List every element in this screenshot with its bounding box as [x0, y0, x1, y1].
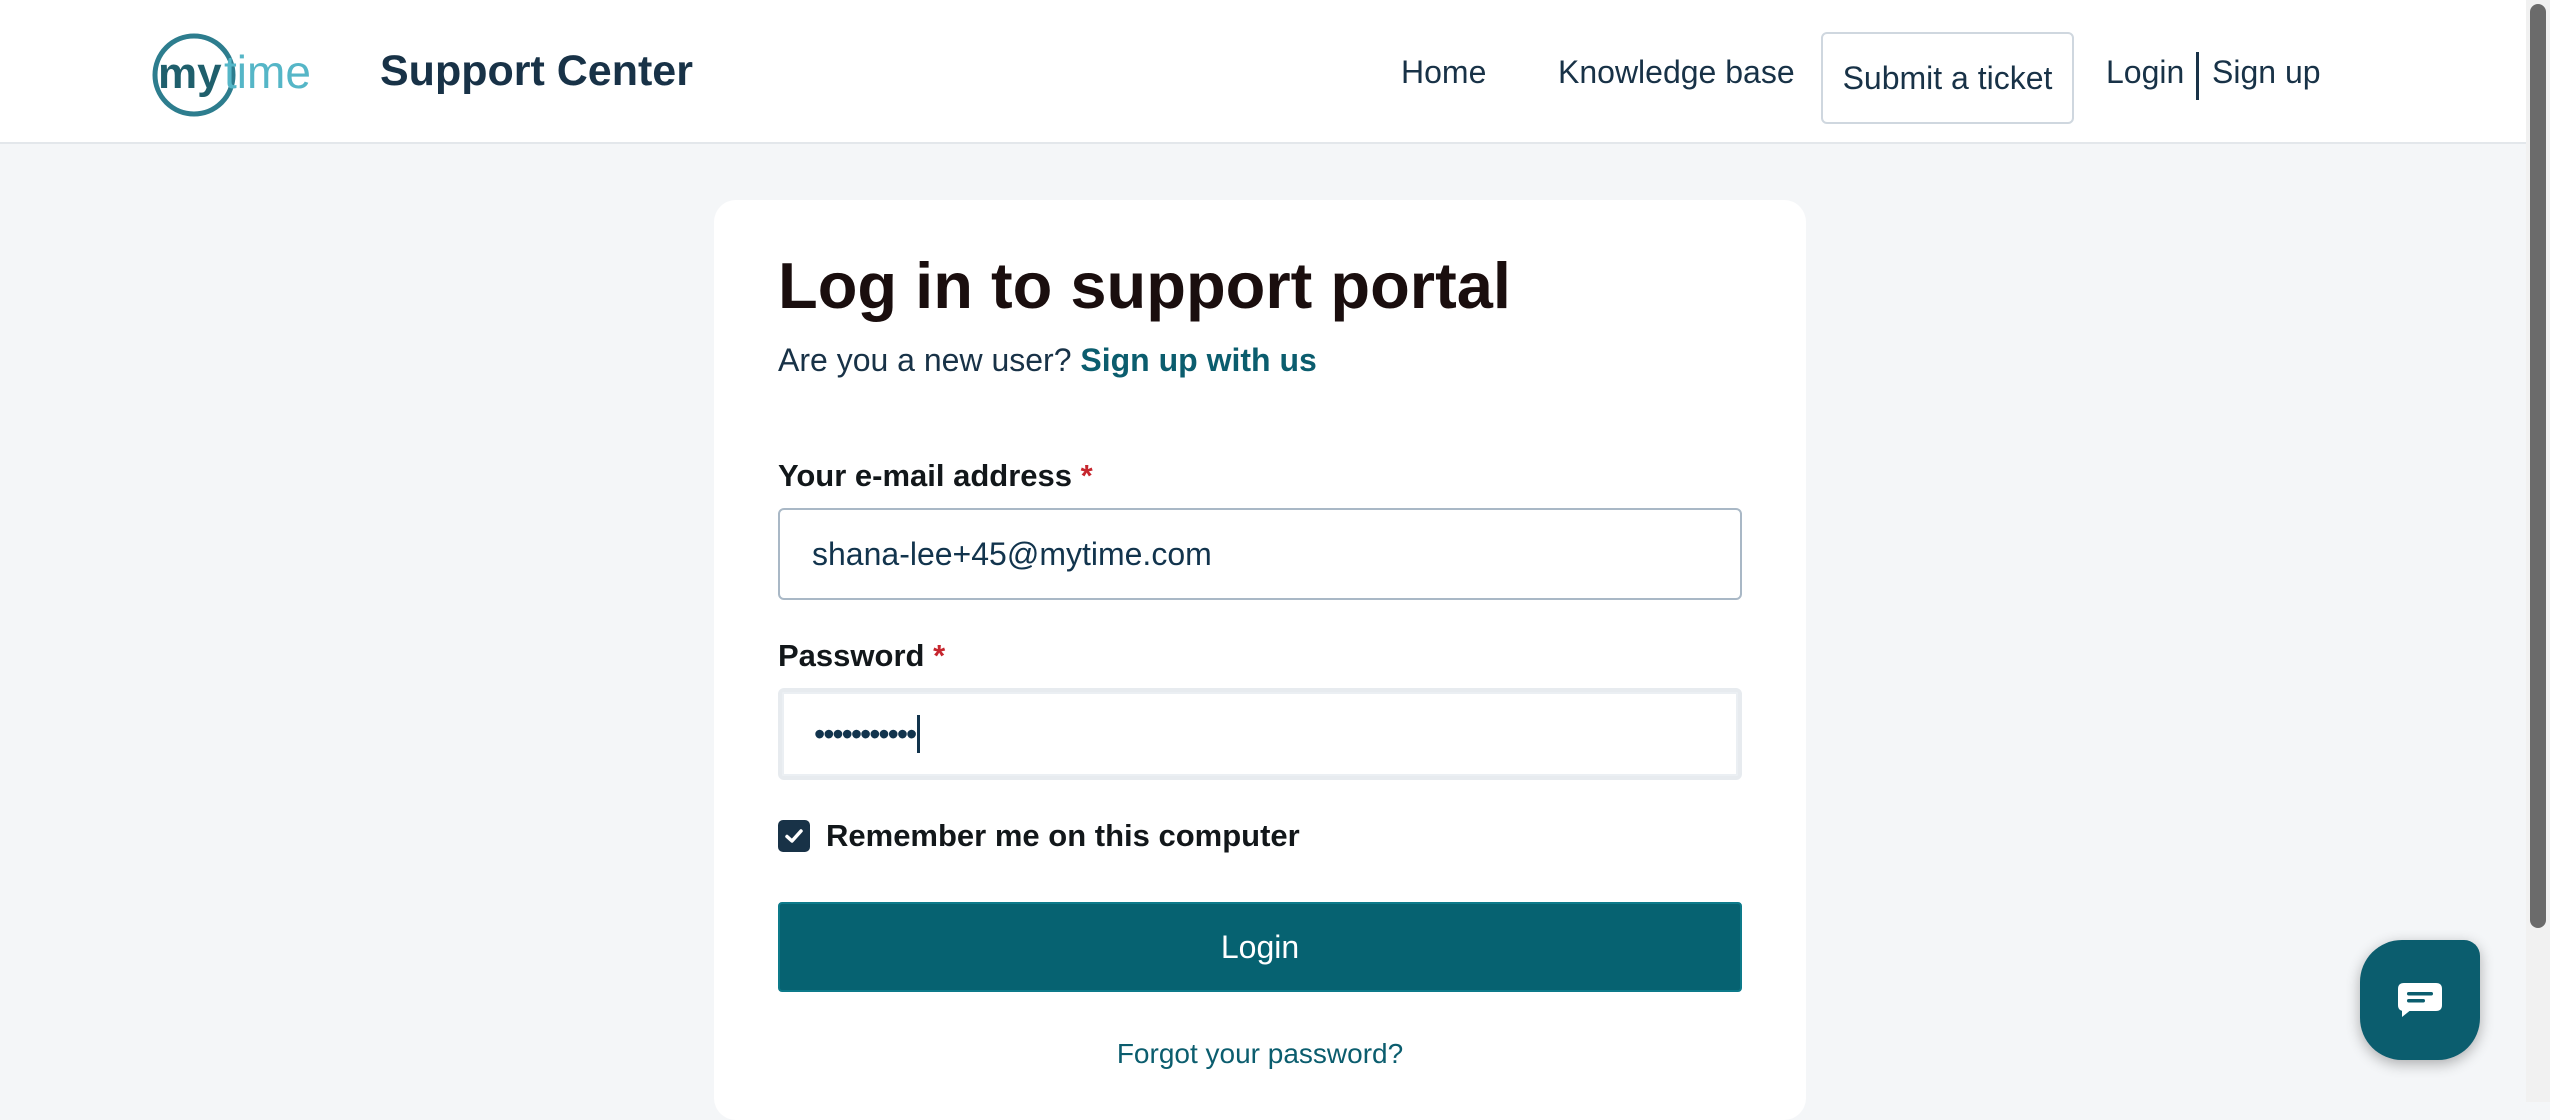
- remember-me-checkbox[interactable]: [778, 820, 810, 852]
- required-marker: *: [933, 638, 946, 673]
- nav-divider: [2196, 52, 2199, 100]
- chat-bubble-icon: [2398, 983, 2442, 1017]
- site-header: my time Support Center Home Knowledge ba…: [0, 0, 2526, 144]
- password-label: Password *: [778, 638, 945, 674]
- new-user-text: Are you a new user?: [778, 342, 1072, 378]
- email-value: shana-lee+45@mytime.com: [812, 535, 1212, 572]
- forgot-password-link[interactable]: Forgot your password?: [778, 1038, 1742, 1070]
- remember-me-label[interactable]: Remember me on this computer: [826, 818, 1300, 854]
- scrollbar-thumb[interactable]: [2530, 4, 2546, 928]
- password-label-text: Password: [778, 638, 925, 673]
- nav-knowledge-base-link[interactable]: Knowledge base: [1558, 54, 1795, 91]
- submit-ticket-button[interactable]: Submit a ticket: [1821, 32, 2074, 124]
- check-icon: [785, 829, 803, 843]
- svg-text:my: my: [158, 49, 222, 98]
- email-label-text: Your e-mail address: [778, 458, 1073, 493]
- email-label: Your e-mail address *: [778, 458, 1093, 494]
- nav-login-link[interactable]: Login: [2106, 54, 2184, 91]
- email-field[interactable]: shana-lee+45@mytime.com: [778, 508, 1742, 600]
- page-title: Log in to support portal: [778, 249, 1511, 322]
- new-user-prompt: Are you a new user? Sign up with us: [778, 342, 1317, 379]
- nav-signup-link[interactable]: Sign up: [2212, 54, 2321, 91]
- password-field[interactable]: •••••••••••: [778, 688, 1742, 780]
- text-caret: [917, 715, 921, 753]
- login-card: Log in to support portal Are you a new u…: [714, 200, 1806, 1120]
- svg-text:time: time: [224, 46, 311, 98]
- password-value: •••••••••••: [814, 715, 917, 752]
- mytime-logo[interactable]: my time: [152, 30, 360, 120]
- nav-home-link[interactable]: Home: [1401, 54, 1486, 91]
- signup-with-us-link[interactable]: Sign up with us: [1080, 342, 1316, 378]
- chat-widget-button[interactable]: [2360, 940, 2480, 1060]
- brand-title: Support Center: [380, 47, 693, 95]
- required-marker: *: [1080, 458, 1093, 493]
- login-button[interactable]: Login: [778, 902, 1742, 992]
